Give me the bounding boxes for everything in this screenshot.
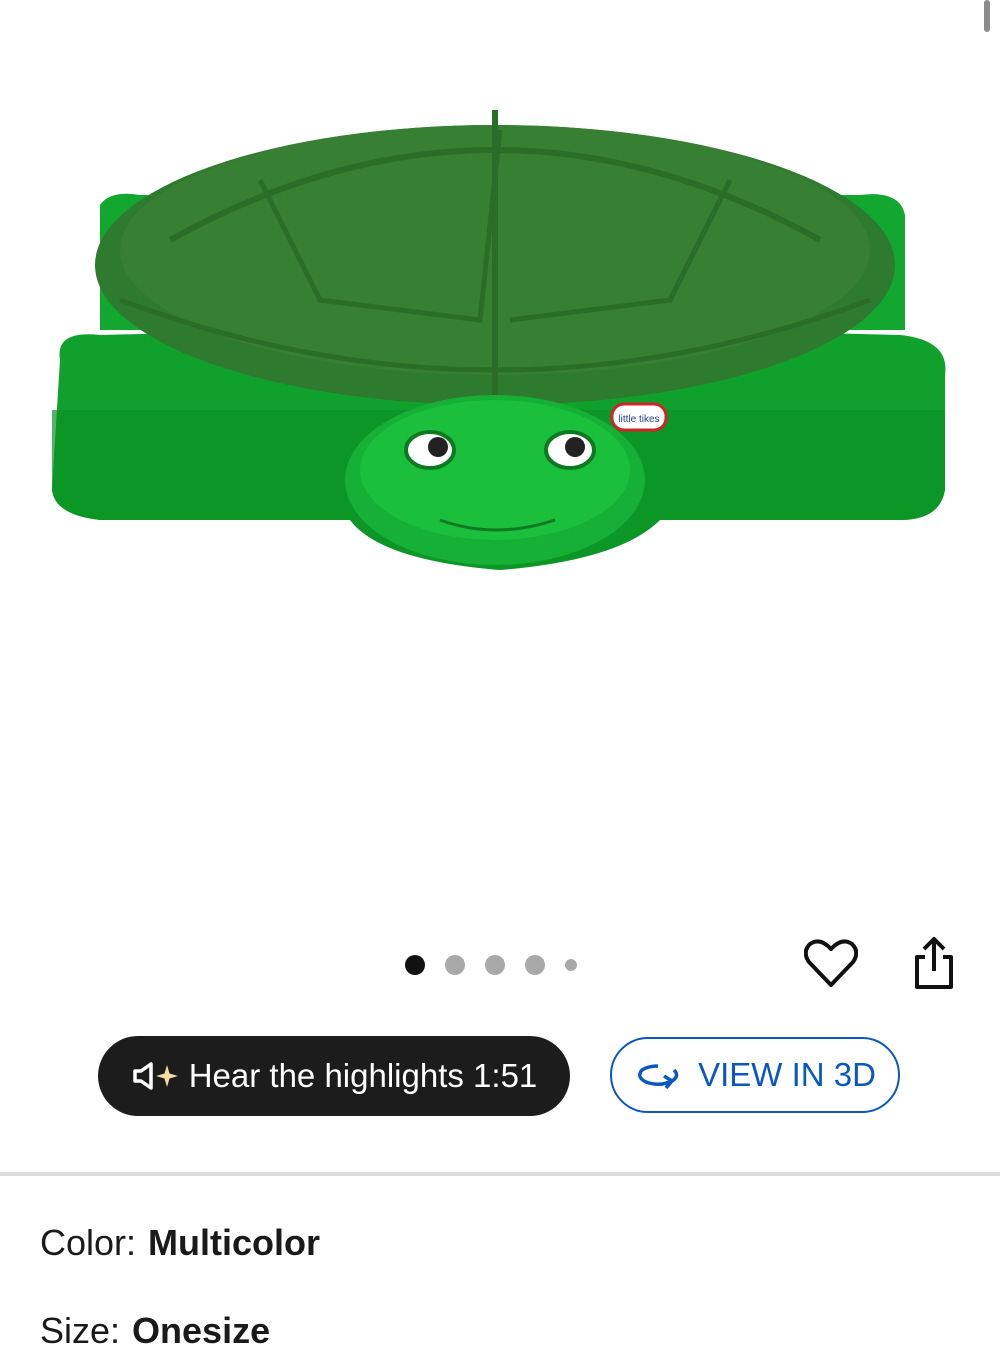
size-label: Size: <box>40 1310 121 1351</box>
hear-highlights-button[interactable]: Hear the highlights 1:51 <box>98 1036 570 1116</box>
carousel-dot-4[interactable] <box>525 955 545 975</box>
share-button[interactable] <box>906 935 962 991</box>
favorite-button[interactable] <box>803 935 859 991</box>
color-attribute: Color: Multicolor <box>40 1222 320 1264</box>
section-divider <box>0 1172 1000 1176</box>
brand-logo-text: little tikes <box>618 414 659 425</box>
size-value: Onesize <box>132 1310 271 1351</box>
hear-highlights-label: Hear the highlights 1:51 <box>188 1057 538 1094</box>
view-in-3d-label: VIEW IN 3D <box>698 1056 876 1093</box>
carousel-dot-5[interactable] <box>565 959 577 971</box>
carousel-dot-1[interactable] <box>405 955 425 975</box>
heart-outline-icon <box>804 939 858 987</box>
size-attribute: Size: Onesize <box>40 1310 270 1352</box>
carousel-dots <box>405 952 577 978</box>
rotate-3d-icon <box>638 1064 679 1090</box>
carousel-dot-2[interactable] <box>445 955 465 975</box>
turtle-sandbox-illustration: little tikes <box>52 110 946 570</box>
carousel-dot-3[interactable] <box>485 955 505 975</box>
view-in-3d-button[interactable]: VIEW IN 3D <box>610 1037 900 1113</box>
speaker-sparkle-icon <box>131 1061 179 1091</box>
product-image[interactable]: little tikes <box>0 0 1000 930</box>
color-label: Color: <box>40 1222 137 1263</box>
color-value: Multicolor <box>148 1222 321 1263</box>
share-icon <box>915 937 953 989</box>
